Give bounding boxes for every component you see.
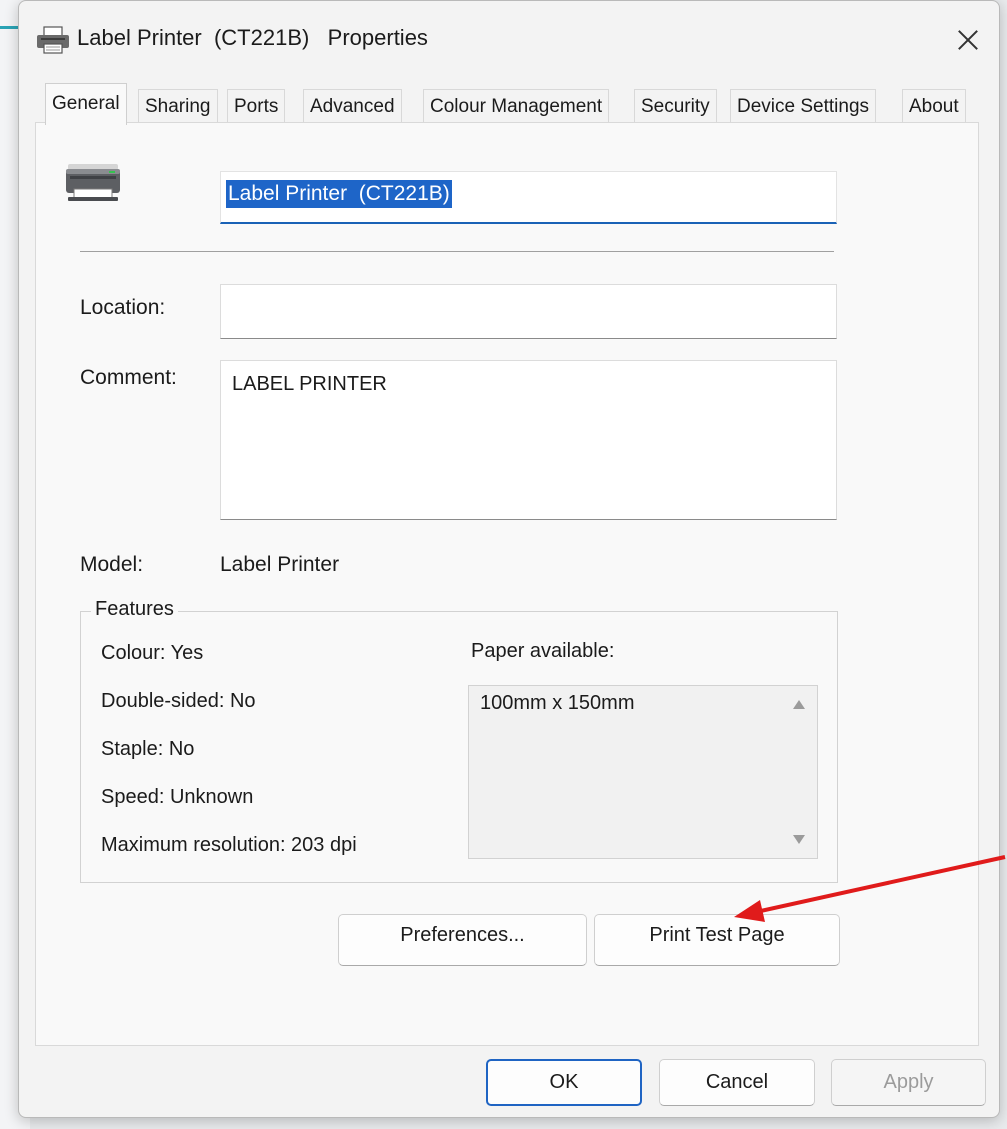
cancel-button[interactable]: Cancel <box>659 1059 815 1106</box>
paper-available-list[interactable]: 100mm x 150mm <box>468 685 818 859</box>
separator <box>80 251 834 252</box>
printer-properties-dialog: Label Printer (CT221B) Properties Genera… <box>18 0 1000 1118</box>
tab-device-settings[interactable]: Device Settings <box>730 89 877 123</box>
comment-value: LABEL PRINTER <box>232 373 387 395</box>
window-title: Label Printer (CT221B) Properties <box>77 25 428 50</box>
tab-security[interactable]: Security <box>634 89 717 123</box>
tab-colour-management[interactable]: Colour Management <box>423 89 610 123</box>
paper-available-label: Paper available: <box>471 640 615 662</box>
tab-general[interactable]: General <box>45 83 127 125</box>
ok-button-label: OK <box>549 1071 579 1093</box>
preferences-button-label: Preferences... <box>400 924 525 946</box>
paper-list-item[interactable]: 100mm x 150mm <box>480 692 635 715</box>
close-button[interactable] <box>951 23 985 57</box>
scroll-up-arrow-icon[interactable] <box>793 700 805 709</box>
location-label: Location: <box>80 296 166 319</box>
printer-name-text: Label Printer (CT221B) <box>226 180 452 208</box>
comment-field[interactable]: LABEL PRINTER <box>220 360 837 520</box>
printer-icon <box>66 164 120 201</box>
title-bar[interactable]: Label Printer (CT221B) Properties <box>19 1 999 79</box>
model-value: Label Printer <box>220 553 340 576</box>
model-label: Model: <box>80 553 144 576</box>
comment-label: Comment: <box>80 366 177 389</box>
printer-name-field[interactable]: Label Printer (CT221B) <box>220 171 837 224</box>
feature-colour: Colour: Yes <box>101 642 204 664</box>
scroll-down-arrow-icon[interactable] <box>793 835 805 844</box>
features-group: Features Colour: Yes Double-sided: No St… <box>80 598 838 883</box>
feature-speed: Speed: Unknown <box>101 786 254 808</box>
preferences-button[interactable]: Preferences... <box>338 914 587 966</box>
general-tab-panel: Label Printer (CT221B) Location: Comment… <box>35 122 979 1046</box>
print-test-page-button[interactable]: Print Test Page <box>594 914 840 966</box>
apply-button[interactable]: Apply <box>831 1059 986 1106</box>
feature-max-resolution: Maximum resolution: 203 dpi <box>101 834 357 856</box>
cancel-button-label: Cancel <box>705 1071 769 1093</box>
printer-icon <box>37 26 69 54</box>
tab-advanced[interactable]: Advanced <box>303 89 402 123</box>
feature-double-sided: Double-sided: No <box>101 690 256 712</box>
tab-about[interactable]: About <box>902 89 966 123</box>
tab-sharing[interactable]: Sharing <box>138 89 218 123</box>
feature-staple: Staple: No <box>101 738 195 760</box>
print-test-page-label: Print Test Page <box>649 924 785 946</box>
tab-ports[interactable]: Ports <box>227 89 286 123</box>
ok-button[interactable]: OK <box>486 1059 642 1106</box>
features-legend: Features <box>91 598 178 621</box>
location-field[interactable] <box>220 284 837 339</box>
apply-button-label: Apply <box>883 1071 934 1093</box>
